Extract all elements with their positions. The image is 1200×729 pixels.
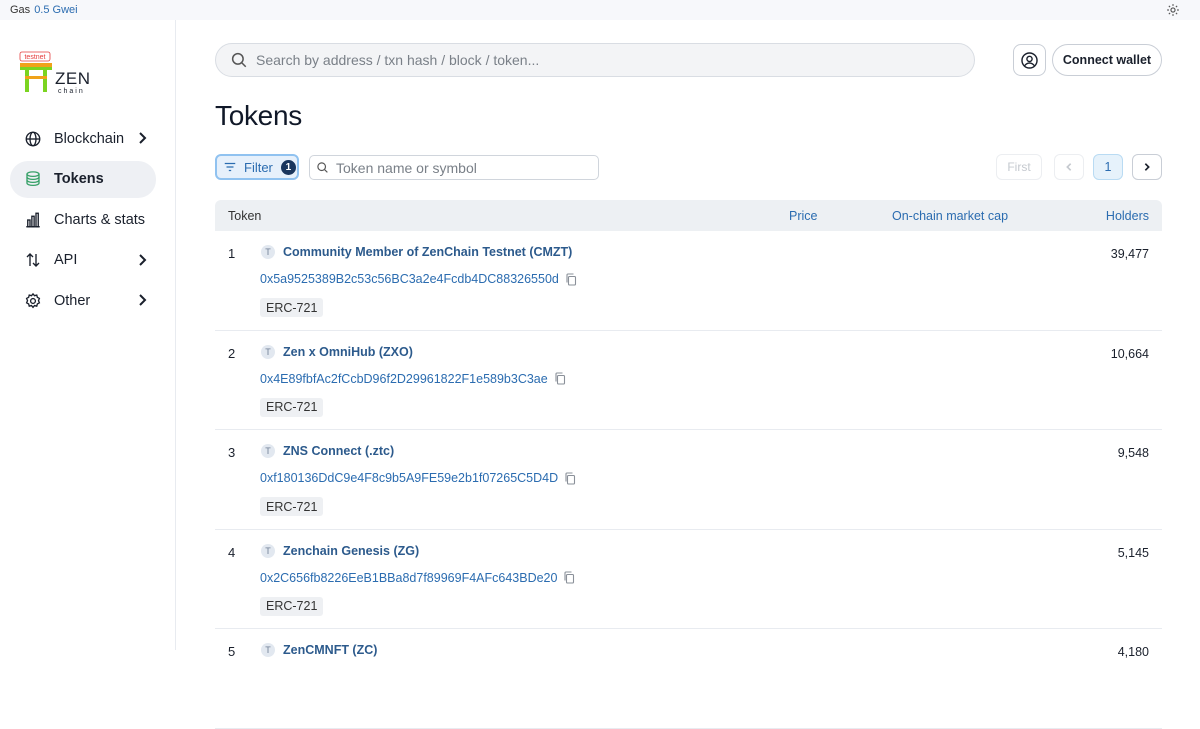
profile-button[interactable]: [1013, 44, 1046, 76]
sidebar-item-api[interactable]: API: [10, 242, 156, 279]
token-type-tag: ERC-721: [260, 298, 324, 317]
chevron-right-icon: [139, 132, 147, 144]
connect-wallet-button[interactable]: Connect wallet: [1052, 44, 1162, 76]
token-rank: 1: [228, 246, 236, 261]
table-row: 2 T Zen x OmniHub (ZXO) 0x4E89fbfAc2fCcb…: [215, 331, 1162, 430]
chevron-left-icon: [1066, 163, 1072, 171]
sidebar-item-other[interactable]: Other: [10, 282, 156, 319]
token-name-link[interactable]: Zenchain Genesis (ZG): [283, 544, 419, 558]
sidebar-item-charts-stats[interactable]: Charts & stats: [10, 201, 156, 238]
chevron-right-icon: [1144, 163, 1150, 171]
pagination-prev-button[interactable]: [1054, 154, 1084, 180]
sidebar: testnet ZEN chain Blockchain Tokens Char…: [0, 20, 176, 650]
settings-icon[interactable]: [1166, 3, 1180, 17]
copy-icon[interactable]: [563, 571, 575, 584]
sidebar-nav: Blockchain Tokens Charts & stats API Oth…: [10, 120, 156, 323]
sidebar-item-label: API: [54, 252, 78, 268]
token-name-link[interactable]: Zen x OmniHub (ZXO): [283, 345, 413, 359]
pagination-next-button[interactable]: [1132, 154, 1162, 180]
bar-chart-icon: [26, 212, 40, 227]
token-rank: 5: [228, 644, 236, 659]
logo-testnet-badge: testnet: [24, 54, 45, 61]
column-header-market-cap[interactable]: On-chain market cap: [892, 209, 1008, 223]
token-address-link[interactable]: 0xf180136DdC9e4F8c9b5A9FE59e2b1f07265C5D…: [260, 471, 558, 485]
token-placeholder-icon: T: [261, 643, 275, 657]
page-title: Tokens: [215, 100, 302, 131]
copy-icon[interactable]: [554, 372, 566, 385]
globe-icon: [25, 131, 41, 146]
token-holders: 4,180: [1117, 645, 1149, 659]
logo-wordmark: ZEN: [55, 69, 91, 88]
token-type-tag: ERC-721: [260, 596, 324, 616]
token-holders: 5,145: [1117, 545, 1149, 560]
gas-bar: Gas 0.5 Gwei: [0, 0, 1200, 20]
pagination-first-button[interactable]: First: [996, 154, 1042, 180]
sidebar-item-label: Charts & stats: [54, 211, 146, 228]
column-header-token: Token: [228, 209, 262, 223]
token-address: 0x4E89fbfAc2fCcbD96f2D29961822F1e589b3C3…: [260, 372, 566, 386]
search-icon: [231, 52, 247, 68]
chevron-right-icon: [139, 253, 147, 266]
user-circle-icon: [1021, 51, 1038, 69]
sidebar-item-blockchain[interactable]: Blockchain: [10, 120, 156, 157]
filter-lines-icon: [224, 162, 236, 172]
column-header-holders[interactable]: Holders: [1106, 209, 1149, 223]
pagination-current-page[interactable]: 1: [1093, 154, 1123, 180]
token-holders: 9,548: [1117, 446, 1149, 460]
gear-icon: [25, 292, 41, 308]
gas-price[interactable]: 0.5 Gwei: [34, 4, 77, 16]
token-placeholder-icon: T: [261, 543, 275, 558]
token-address-link[interactable]: 0x2C656fb8226EeB1BBa8d7f89969F4AFc643BDe…: [260, 571, 557, 585]
search-icon: [317, 162, 328, 173]
token-type-tag: ERC-721: [260, 497, 324, 516]
table-row: 3 T ZNS Connect (.ztc) 0xf180136DdC9e4F8…: [215, 430, 1162, 530]
token-type-tag: ERC-721: [260, 397, 324, 417]
token-holders: 10,664: [1110, 346, 1149, 361]
filter-button[interactable]: Filter 1: [215, 154, 299, 180]
column-header-price[interactable]: Price: [789, 209, 817, 223]
copy-icon[interactable]: [564, 471, 576, 485]
token-name-link[interactable]: ZNS Connect (.ztc): [283, 444, 394, 458]
filter-count-badge: 1: [280, 159, 296, 175]
token-placeholder-icon: T: [261, 245, 275, 259]
copy-icon[interactable]: [565, 272, 577, 286]
table-row: 5 T ZenCMNFT (ZC) 4,180: [215, 629, 1162, 729]
token-address: 0x2C656fb8226EeB1BBa8d7f89969F4AFc643BDe…: [260, 571, 575, 585]
tokens-table: Token Price On-chain market cap Holders …: [215, 200, 1162, 729]
chevron-right-icon: [139, 294, 147, 306]
global-search[interactable]: [215, 43, 975, 77]
token-placeholder-icon: T: [261, 444, 275, 458]
token-address-link[interactable]: 0x4E89fbfAc2fCcbD96f2D29961822F1e589b3C3…: [260, 372, 548, 386]
token-name-link[interactable]: ZenCMNFT (ZC): [283, 643, 377, 657]
token-address: 0x5a9525389B2c53c56BC3a2e4Fcdb4DC8832655…: [260, 272, 577, 286]
sidebar-item-label: Other: [54, 292, 91, 309]
token-search[interactable]: [309, 155, 599, 180]
gas-label: Gas: [10, 4, 31, 16]
logo-subtitle: chain: [58, 88, 85, 95]
token-rank: 3: [228, 445, 236, 460]
token-rank: 2: [228, 345, 236, 361]
coins-stack-icon: [26, 171, 40, 187]
table-row: 4 T Zenchain Genesis (ZG) 0x2C656fb8226E…: [215, 530, 1162, 629]
arrows-updown-icon: [26, 253, 40, 267]
zenchain-logo[interactable]: testnet ZEN chain: [18, 50, 98, 96]
token-holders: 39,477: [1110, 247, 1149, 261]
token-address: 0xf180136DdC9e4F8c9b5A9FE59e2b1f07265C5D…: [260, 471, 576, 485]
filter-label: Filter: [244, 159, 273, 175]
token-placeholder-icon: T: [261, 344, 275, 359]
token-search-input[interactable]: [336, 159, 586, 176]
table-header: Token Price On-chain market cap Holders: [215, 200, 1162, 231]
token-name-link[interactable]: Community Member of ZenChain Testnet (CM…: [283, 245, 572, 259]
token-rank: 4: [228, 544, 236, 560]
sidebar-item-label: Blockchain: [54, 130, 125, 147]
sidebar-item-label: Tokens: [54, 171, 104, 187]
table-row: 1 T Community Member of ZenChain Testnet…: [215, 231, 1162, 331]
sidebar-item-tokens[interactable]: Tokens: [10, 160, 156, 198]
token-address-link[interactable]: 0x5a9525389B2c53c56BC3a2e4Fcdb4DC8832655…: [260, 272, 559, 286]
search-input[interactable]: [256, 52, 936, 68]
